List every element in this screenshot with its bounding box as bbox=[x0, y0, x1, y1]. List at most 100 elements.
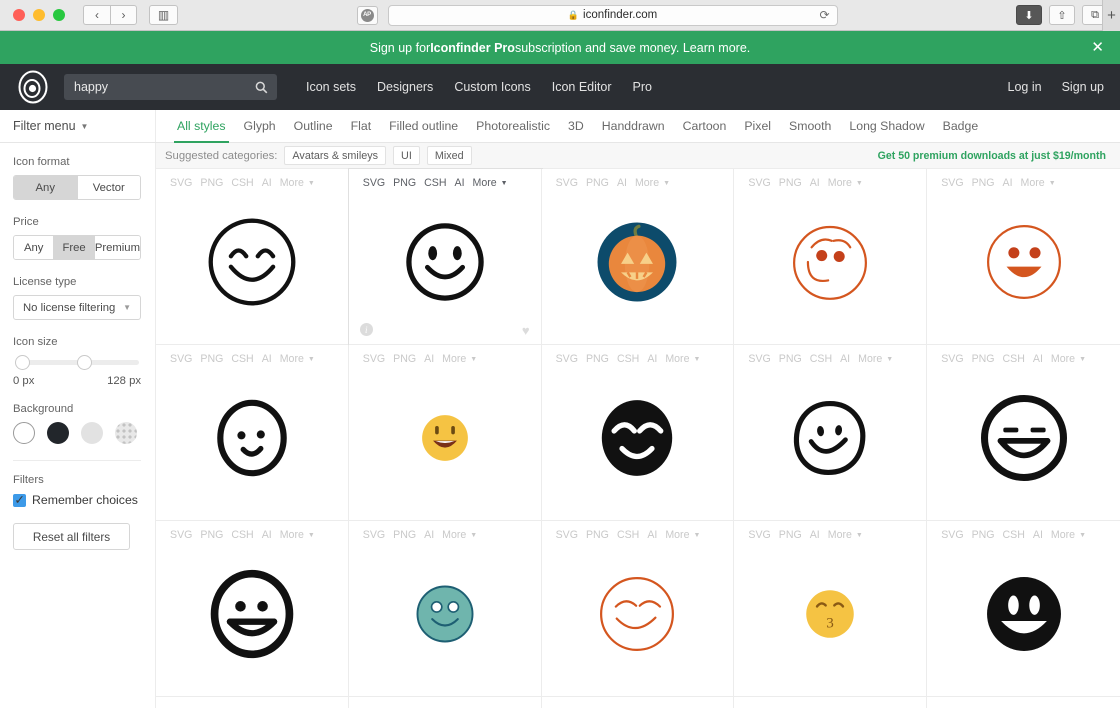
icon-preview-smiley-closed-eyes[interactable] bbox=[156, 189, 348, 344]
format-ai[interactable]: AI bbox=[424, 353, 434, 365]
icon-result-card[interactable]: SVG PNG CSH AI More ▼ bbox=[927, 521, 1120, 697]
icon-format-option-vector[interactable]: Vector bbox=[77, 176, 140, 199]
format-png[interactable]: PNG bbox=[586, 353, 609, 365]
price-option-free[interactable]: Free bbox=[54, 236, 95, 259]
format-ai[interactable]: AI bbox=[262, 353, 272, 365]
format-more[interactable]: More ▼ bbox=[280, 177, 315, 189]
format-more[interactable]: More ▼ bbox=[858, 353, 893, 365]
license-select[interactable]: No license filtering ▼ bbox=[13, 295, 141, 320]
format-more[interactable]: More ▼ bbox=[280, 529, 315, 541]
tab-glyph[interactable]: Glyph bbox=[235, 110, 285, 142]
format-csh[interactable]: CSH bbox=[424, 177, 446, 189]
icon-preview-smiley-teal-flat[interactable] bbox=[349, 541, 541, 696]
tab-flat[interactable]: Flat bbox=[342, 110, 381, 142]
background-swatch-transparent[interactable] bbox=[115, 422, 137, 444]
format-png[interactable]: PNG bbox=[200, 529, 223, 541]
chip-ui[interactable]: UI bbox=[393, 146, 420, 165]
promo-banner[interactable]: Sign up for Iconfinder Pro subscription … bbox=[0, 31, 1120, 64]
icon-size-max-handle[interactable] bbox=[77, 355, 92, 370]
icon-preview-emoji-grinning-yellow[interactable] bbox=[349, 365, 541, 520]
format-csh[interactable]: CSH bbox=[1003, 353, 1025, 365]
format-png[interactable]: PNG bbox=[972, 529, 995, 541]
background-swatch-light[interactable] bbox=[81, 422, 103, 444]
format-svg[interactable]: SVG bbox=[556, 529, 578, 541]
icon-size-slider[interactable] bbox=[15, 355, 139, 370]
format-svg[interactable]: SVG bbox=[941, 529, 963, 541]
format-png[interactable]: PNG bbox=[393, 529, 416, 541]
format-png[interactable]: PNG bbox=[200, 353, 223, 365]
back-button[interactable]: ‹ bbox=[83, 5, 110, 25]
nav-custom-icons[interactable]: Custom Icons bbox=[454, 80, 530, 94]
format-ai[interactable]: AI bbox=[455, 177, 465, 189]
format-ai[interactable]: AI bbox=[1033, 353, 1043, 365]
format-more[interactable]: More ▼ bbox=[1051, 529, 1086, 541]
tab-cartoon[interactable]: Cartoon bbox=[674, 110, 736, 142]
search-box[interactable] bbox=[64, 74, 277, 100]
icon-preview-smiley-oval-eyes[interactable] bbox=[349, 189, 541, 344]
icon-result-card[interactable]: SVG PNG CSH AI More ▼ bbox=[734, 345, 928, 521]
tab-badge[interactable]: Badge bbox=[934, 110, 988, 142]
icon-result-card[interactable]: SVG PNG CSH AI More ▼ bbox=[541, 521, 735, 697]
promo-close-button[interactable]: ✕ bbox=[1091, 40, 1104, 55]
minimize-window-button[interactable] bbox=[33, 9, 45, 21]
icon-preview-smiley-laughing-dash-eyes[interactable] bbox=[927, 365, 1120, 520]
icon-result-card[interactable] bbox=[927, 697, 1120, 708]
price-option-any[interactable]: Any bbox=[14, 236, 55, 259]
format-ai[interactable]: AI bbox=[840, 353, 850, 365]
format-csh[interactable]: CSH bbox=[231, 177, 253, 189]
maximize-window-button[interactable] bbox=[53, 9, 65, 21]
format-more[interactable]: More ▼ bbox=[828, 529, 863, 541]
icon-result-card[interactable]: SVG PNG CSH AI More ▼ bbox=[156, 169, 349, 345]
format-csh[interactable]: CSH bbox=[810, 353, 832, 365]
icon-result-card[interactable]: SVG PNG AI More ▼ bbox=[348, 521, 542, 697]
price-option-premium[interactable]: Premium bbox=[94, 236, 140, 259]
format-more[interactable]: More ▼ bbox=[1051, 353, 1086, 365]
format-png[interactable]: PNG bbox=[200, 177, 223, 189]
format-png[interactable]: PNG bbox=[972, 353, 995, 365]
icon-preview-smiley-open-mouth-orange[interactable] bbox=[927, 189, 1120, 344]
favorite-heart-icon[interactable]: ♥ bbox=[522, 323, 530, 338]
background-swatch-dark[interactable] bbox=[47, 422, 69, 444]
format-svg[interactable]: SVG bbox=[748, 177, 770, 189]
reload-icon[interactable]: ⟳ bbox=[819, 8, 829, 22]
icon-preview-emoji-kissing-yellow[interactable]: 3 bbox=[734, 541, 926, 696]
format-more[interactable]: More ▼ bbox=[442, 353, 477, 365]
nav-icon-editor[interactable]: Icon Editor bbox=[552, 80, 612, 94]
format-ai[interactable]: AI bbox=[1033, 529, 1043, 541]
format-csh[interactable]: CSH bbox=[1003, 529, 1025, 541]
format-png[interactable]: PNG bbox=[972, 177, 995, 189]
icon-result-card[interactable]: SVG PNG CSH AI More ▼ i ♥ bbox=[348, 169, 542, 345]
remember-choices-checkbox[interactable]: ✓ bbox=[13, 493, 26, 507]
tab-all-styles[interactable]: All styles bbox=[168, 110, 235, 143]
signup-link[interactable]: Sign up bbox=[1062, 80, 1104, 94]
tab-3d[interactable]: 3D bbox=[559, 110, 593, 142]
icon-preview-halloween-pumpkin[interactable] bbox=[542, 189, 734, 344]
iconfinder-logo[interactable] bbox=[16, 70, 50, 104]
window-traffic-lights[interactable] bbox=[8, 9, 65, 21]
downloads-button[interactable]: ⬇ bbox=[1016, 5, 1042, 25]
format-ai[interactable]: AI bbox=[424, 529, 434, 541]
icon-size-min-handle[interactable] bbox=[15, 355, 30, 370]
forward-button[interactable]: › bbox=[110, 5, 137, 25]
icon-format-option-any[interactable]: Any bbox=[14, 176, 78, 199]
format-svg[interactable]: SVG bbox=[170, 177, 192, 189]
new-tab-button[interactable]: + bbox=[1102, 0, 1120, 31]
chip-avatars-smileys[interactable]: Avatars & smileys bbox=[284, 146, 387, 165]
icon-preview-smiley-smirk-orange[interactable] bbox=[734, 189, 926, 344]
icon-preview-smiley-handdrawn[interactable] bbox=[734, 365, 926, 520]
format-more[interactable]: More ▼ bbox=[828, 177, 863, 189]
icon-result-card[interactable]: SVG PNG AI More ▼ bbox=[541, 169, 735, 345]
format-ai[interactable]: AI bbox=[647, 353, 657, 365]
price-segmented[interactable]: Any Free Premium bbox=[13, 235, 141, 260]
premium-downloads-link[interactable]: Get 50 premium downloads at just $19/mon… bbox=[878, 150, 1106, 162]
tab-smooth[interactable]: Smooth bbox=[780, 110, 840, 142]
format-png[interactable]: PNG bbox=[586, 529, 609, 541]
icon-result-card[interactable]: SVG PNG CSH AI More ▼ bbox=[541, 345, 735, 521]
format-svg[interactable]: SVG bbox=[363, 177, 385, 189]
icon-result-card[interactable] bbox=[156, 697, 349, 708]
format-ai[interactable]: AI bbox=[810, 529, 820, 541]
format-svg[interactable]: SVG bbox=[170, 529, 192, 541]
format-ai[interactable]: AI bbox=[617, 177, 627, 189]
format-svg[interactable]: SVG bbox=[941, 177, 963, 189]
format-ai[interactable]: AI bbox=[262, 177, 272, 189]
